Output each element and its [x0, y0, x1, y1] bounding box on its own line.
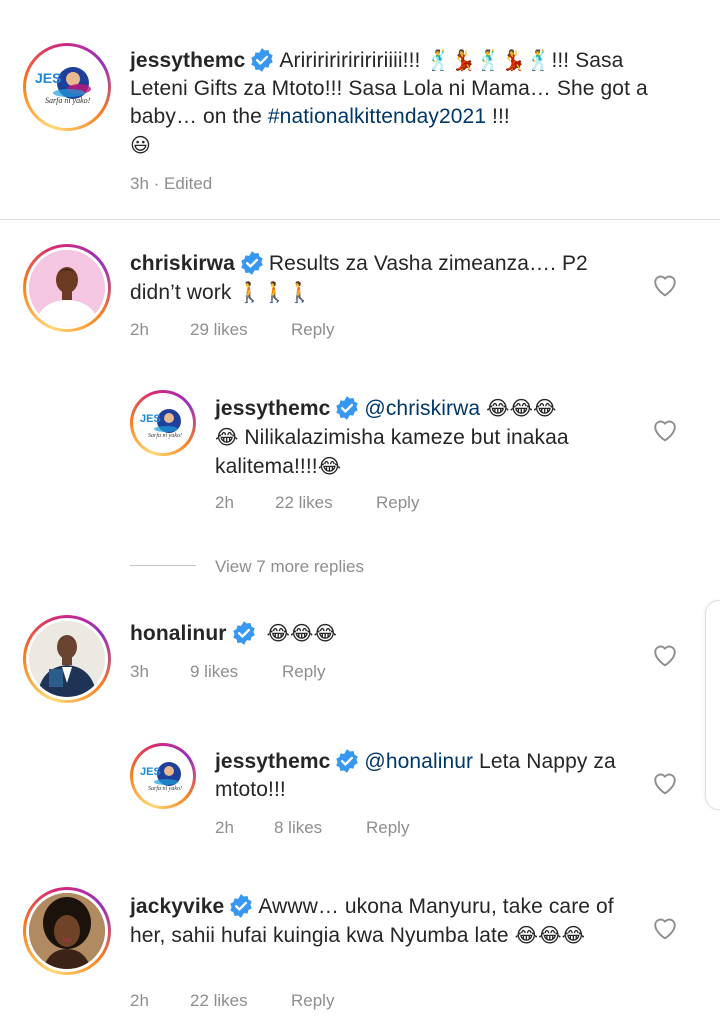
edge-scroll-handle[interactable] — [705, 600, 720, 810]
svg-text:JES: JES — [35, 70, 61, 86]
caption-meta: 3h · Edited — [130, 174, 212, 194]
avatar[interactable] — [23, 244, 111, 332]
verified-badge-icon — [232, 621, 255, 645]
meta-dot: · — [148, 174, 165, 193]
verified-badge-icon — [251, 48, 274, 72]
heart-outline-icon[interactable] — [652, 771, 678, 795]
caption-divider — [0, 219, 720, 220]
reply-meta: 2h 8 likes Reply — [215, 818, 409, 838]
jessy-logo-icon: JES Sarfa ni yako! — [35, 67, 91, 105]
avatar[interactable]: JES Sarfa ni yako! — [130, 743, 196, 809]
comment-meta: 3h 9 likes Reply — [130, 662, 325, 682]
reply-likes[interactable]: 8 likes — [274, 818, 366, 838]
verified-badge-icon — [336, 396, 359, 420]
verified-badge-icon — [230, 894, 253, 918]
comment-time: 2h — [130, 991, 149, 1010]
avatar[interactable] — [23, 615, 111, 703]
reply-text: jessythemc @chriskirwa 😂😂😂 😂 Nilikalazimis… — [215, 394, 635, 481]
jessy-logo-icon: JES Sarfa ni yako! — [140, 409, 182, 439]
smile-emoji: 😃 — [130, 133, 151, 157]
caption-text: jessythemc Aririririririririiii!!! 🕺💃🕺💃🕺!… — [130, 46, 670, 160]
caption-time: 3h — [130, 174, 149, 193]
svg-text:Sarfa ni yako!: Sarfa ni yako! — [148, 432, 182, 439]
svg-text:Sarfa ni yako!: Sarfa ni yako! — [45, 96, 91, 105]
caption-edited: Edited — [164, 174, 213, 193]
svg-text:Sarfa ni yako!: Sarfa ni yako! — [148, 785, 182, 792]
comment-meta: 2h 29 likes Reply — [130, 320, 334, 340]
reply-likes[interactable]: 22 likes — [275, 493, 376, 513]
comment-time: 3h — [130, 662, 149, 681]
laughing-emoji: 😂😂😂 — [266, 621, 337, 645]
person-photo-icon — [29, 250, 105, 326]
comment-username[interactable]: jackyvike — [130, 895, 224, 918]
jessy-logo-icon: JES Sarfa ni yako! — [140, 762, 182, 792]
caption-username[interactable]: jessythemc — [130, 49, 245, 72]
heart-outline-icon[interactable] — [652, 273, 678, 297]
comment-username[interactable]: honalinur — [130, 622, 227, 645]
view-more-line — [130, 565, 196, 566]
reply-time: 2h — [215, 493, 234, 512]
laughing-emoji: 😂😂😂 — [486, 396, 557, 420]
reply-text: jessythemc @honalinur Leta Nappy za mtoto… — [215, 748, 635, 804]
person-photo-icon — [29, 621, 105, 697]
laughing-emoji: 😂 — [215, 425, 239, 449]
reply-button[interactable]: Reply — [376, 493, 419, 513]
avatar[interactable] — [23, 887, 111, 975]
comment-username[interactable]: chriskirwa — [130, 252, 235, 275]
comment-meta: 2h 22 likes Reply — [130, 991, 334, 1011]
verified-badge-icon — [241, 251, 263, 275]
avatar[interactable]: JES Sarfa ni yako! — [23, 43, 111, 131]
avatar[interactable]: JES Sarfa ni yako! — [130, 390, 196, 456]
reply-body: Nilikalazimisha kameze but inakaa kalite… — [215, 426, 569, 478]
verified-badge-icon — [336, 749, 359, 773]
reply-button[interactable]: Reply — [366, 818, 409, 838]
reply-button[interactable]: Reply — [291, 991, 334, 1011]
person-photo-icon — [29, 893, 105, 969]
walking-emoji: 🚶🚶🚶 — [237, 280, 313, 304]
hashtag-link[interactable]: #nationalkittenday2021 — [268, 105, 486, 128]
comment-likes[interactable]: 22 likes — [190, 991, 291, 1011]
reply-button[interactable]: Reply — [282, 662, 325, 682]
reply-meta: 2h 22 likes Reply — [215, 493, 419, 513]
reply-time: 2h — [215, 818, 234, 837]
svg-text:JES: JES — [140, 413, 161, 425]
comment-text: honalinur 😂😂😂 — [130, 619, 630, 648]
laughing-emoji: 😂😂😂 — [514, 923, 586, 947]
laughing-emoji: 😂 — [317, 454, 342, 478]
heart-outline-icon[interactable] — [652, 643, 678, 667]
caption-text-1: Aririririririririiii!!! — [279, 49, 427, 72]
comment-likes[interactable]: 9 likes — [190, 662, 282, 682]
heart-outline-icon[interactable] — [652, 916, 678, 940]
dance-emoji: 🕺💃🕺💃🕺 — [426, 48, 552, 72]
view-more-replies-button[interactable]: View 7 more replies — [215, 557, 364, 577]
mention-link[interactable]: @honalinur — [364, 750, 473, 773]
comment-time: 2h — [130, 320, 149, 339]
caption-text-3: !!! — [486, 105, 510, 128]
reply-username[interactable]: jessythemc — [215, 750, 330, 773]
comment-text: jackyvike Awww… ukona Manyuru, take care … — [130, 893, 630, 950]
heart-outline-icon[interactable] — [652, 418, 678, 442]
svg-text:JES: JES — [140, 766, 161, 778]
mention-link[interactable]: @chriskirwa — [364, 397, 480, 420]
reply-button[interactable]: Reply — [291, 320, 334, 340]
reply-username[interactable]: jessythemc — [215, 397, 330, 420]
comment-text: chriskirwa Results za Vasha zimeanza…. P2… — [130, 250, 630, 307]
comment-likes[interactable]: 29 likes — [190, 320, 291, 340]
